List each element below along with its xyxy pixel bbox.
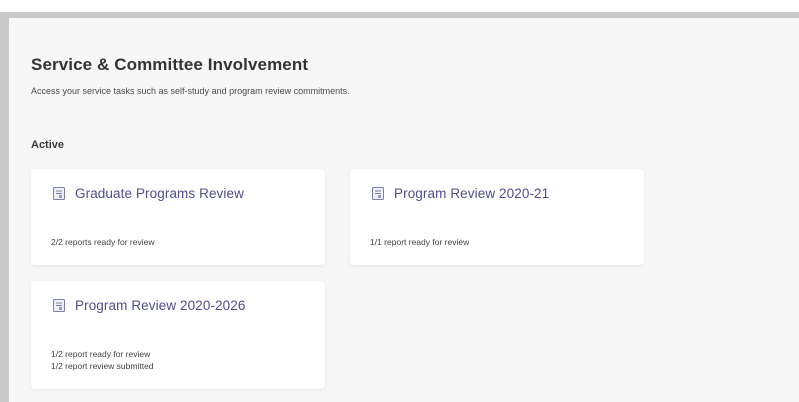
review-card-program-review-2020-2026[interactable]: Program Review 2020-2026 1/2 report read…: [31, 281, 325, 389]
window-frame: Service & Committee Involvement Access y…: [0, 12, 799, 402]
card-title-row: Program Review 2020-2026: [53, 298, 246, 313]
card-status: 1/1 report ready for review: [370, 237, 470, 247]
page-description: Access your service tasks such as self-s…: [31, 86, 350, 96]
card-status: 1/2 report ready for review: [51, 349, 151, 359]
card-status: 2/2 reports ready for review: [51, 237, 155, 247]
card-title-row: Program Review 2020-21: [372, 186, 549, 201]
review-card-program-review-2020-21[interactable]: Program Review 2020-21 1/1 report ready …: [350, 169, 644, 265]
card-status: 1/2 report review submitted: [51, 361, 154, 371]
document-icon: [53, 299, 65, 312]
card-title: Program Review 2020-21: [394, 186, 550, 201]
document-icon: [53, 187, 65, 200]
card-title: Program Review 2020-2026: [75, 298, 246, 313]
document-icon: [372, 187, 384, 200]
review-card-graduate-programs[interactable]: Graduate Programs Review 2/2 reports rea…: [31, 169, 325, 265]
page-title: Service & Committee Involvement: [31, 55, 309, 74]
card-title-row: Graduate Programs Review: [53, 186, 244, 201]
card-title: Graduate Programs Review: [75, 186, 244, 201]
section-heading-active: Active: [31, 139, 65, 151]
content-panel: Service & Committee Involvement Access y…: [9, 18, 799, 402]
